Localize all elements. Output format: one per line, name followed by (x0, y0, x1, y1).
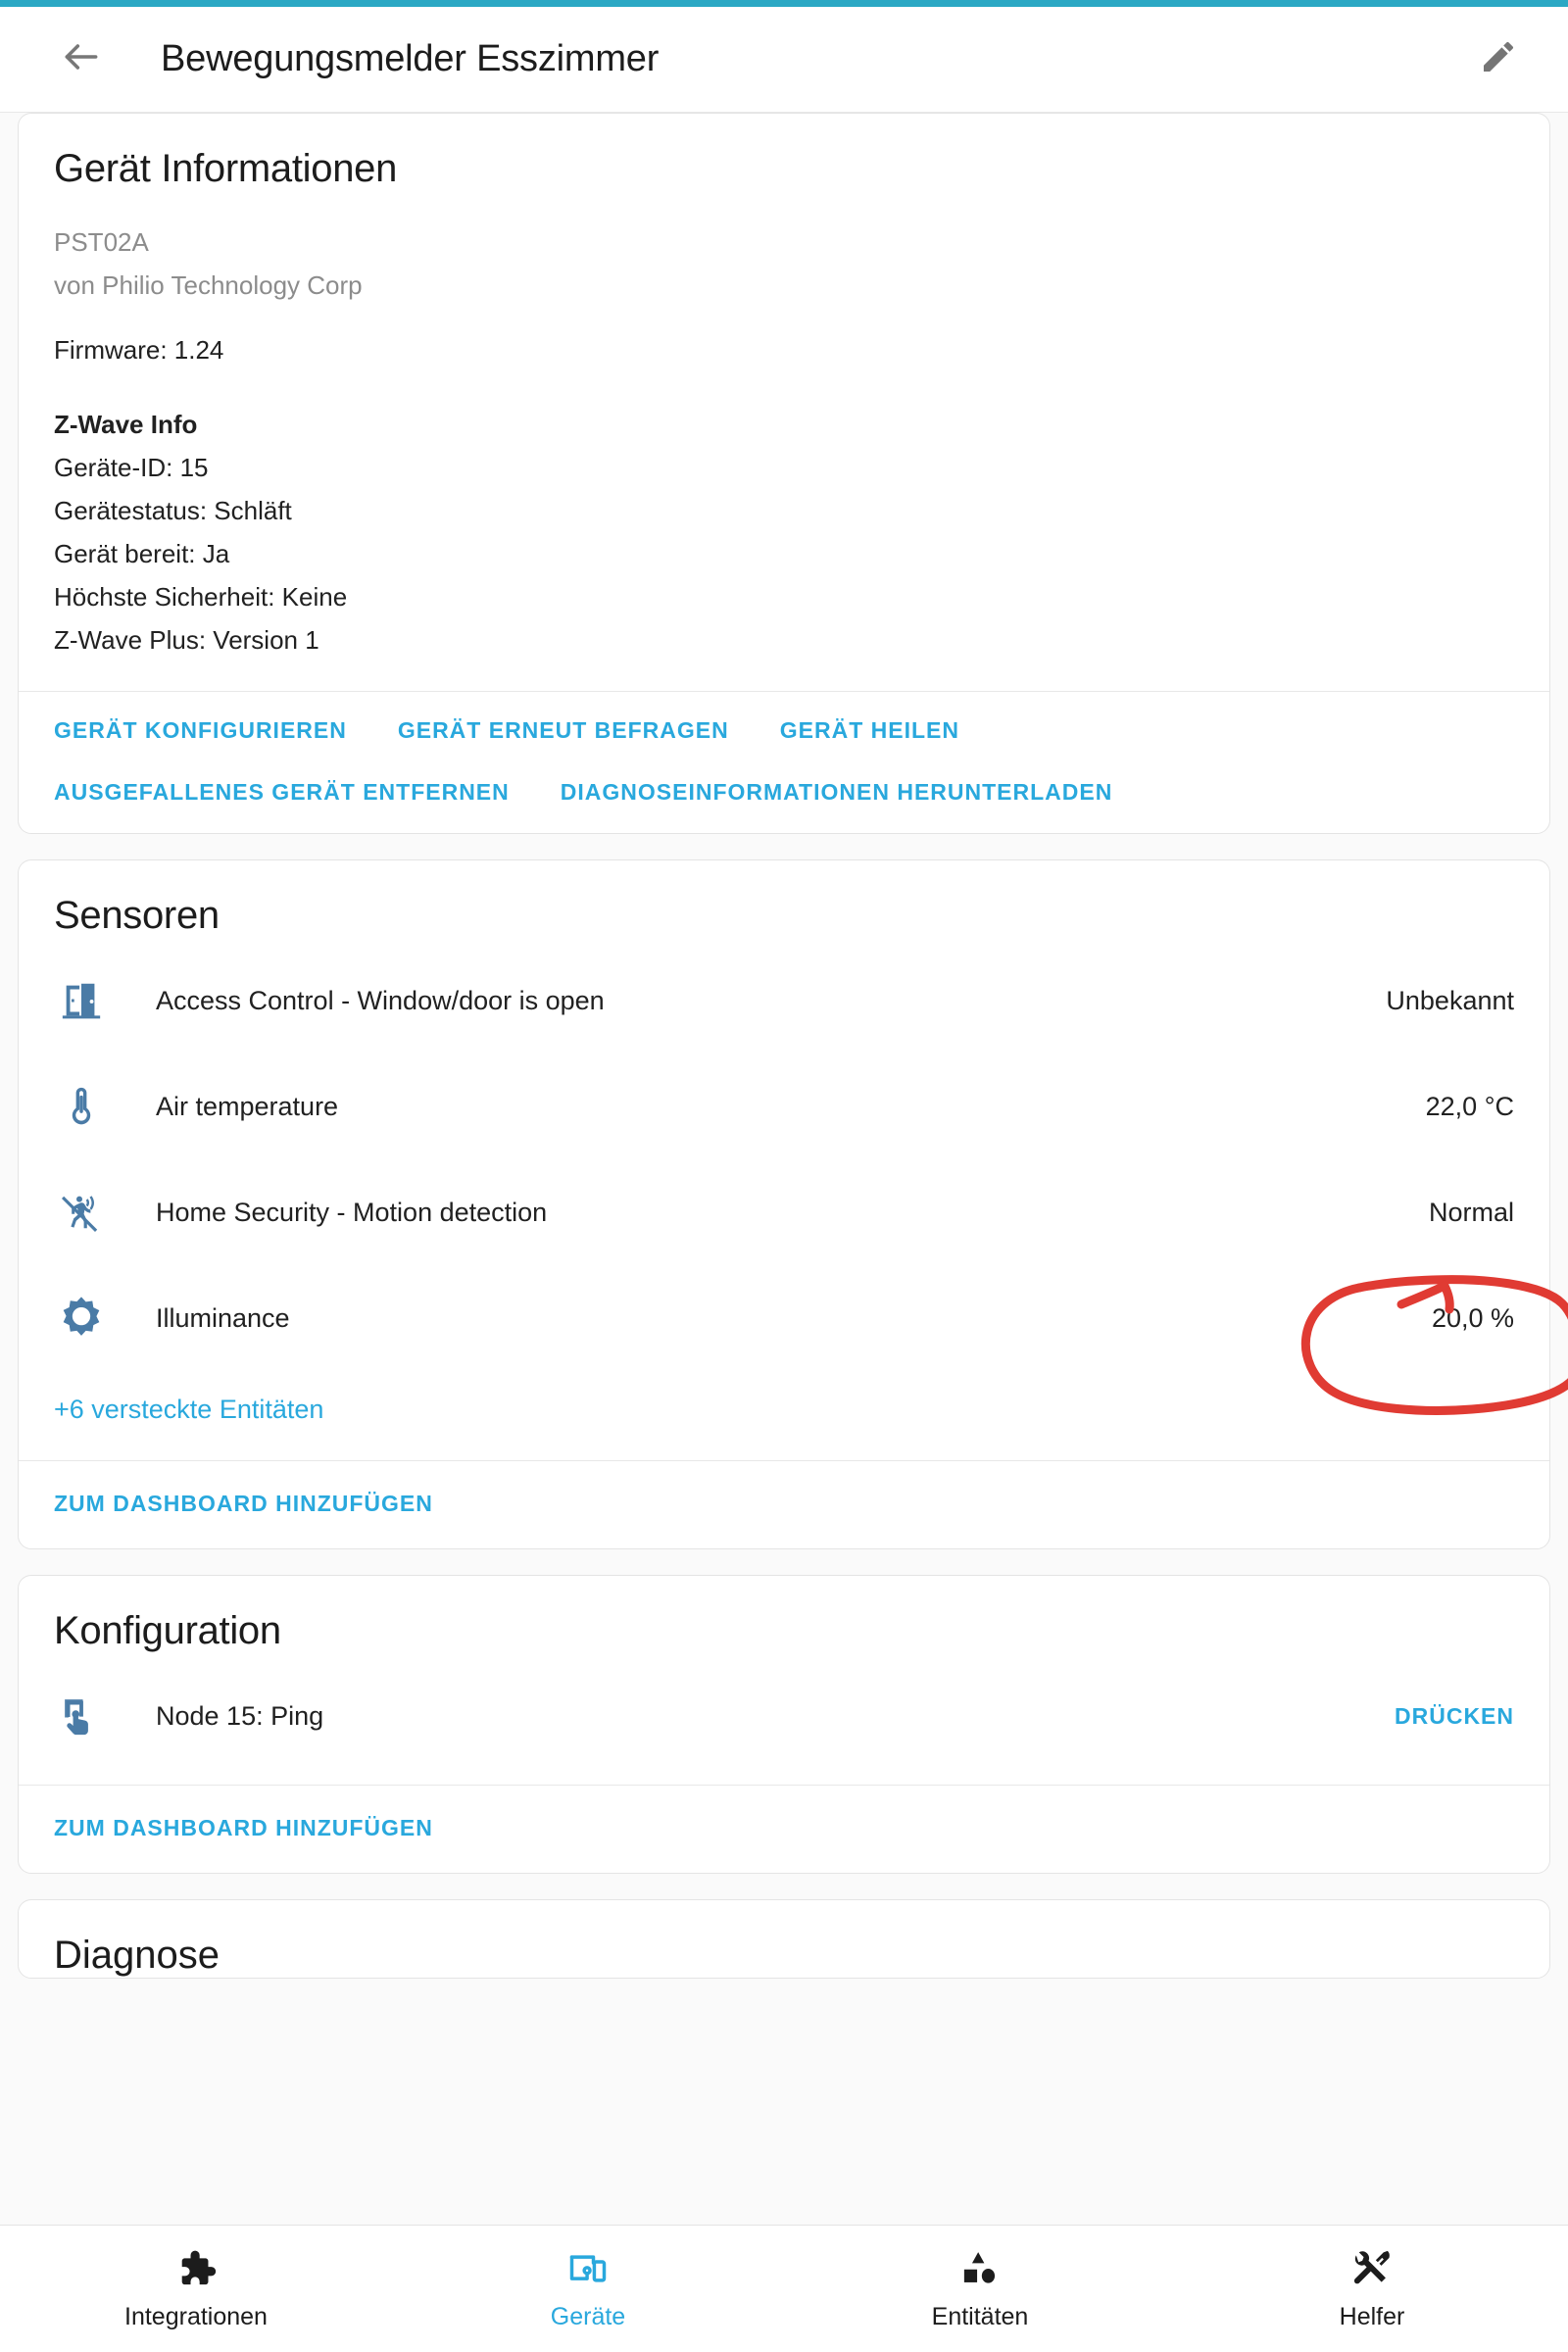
page-title: Bewegungsmelder Esszimmer (161, 38, 659, 80)
sensor-value: 20,0 % (1408, 1303, 1514, 1334)
heal-device-button[interactable]: GERÄT HEILEN (780, 717, 959, 744)
brightness-icon (54, 1291, 109, 1346)
table-row[interactable]: Node 15: Ping DRÜCKEN (54, 1663, 1514, 1769)
nav-label-devices: Geräte (551, 2303, 625, 2331)
device-info-title: Gerät Informationen (54, 147, 1514, 191)
nav-label-helpers: Helfer (1340, 2303, 1405, 2331)
sensor-label: Home Security - Motion detection (156, 1198, 1405, 1228)
device-firmware: Firmware: 1.24 (54, 328, 1514, 371)
table-row[interactable]: Air temperature 22,0 °C (54, 1054, 1514, 1159)
configuration-rows: Node 15: Ping DRÜCKEN (19, 1663, 1549, 1785)
nav-item-helpers[interactable]: Helfer (1176, 2246, 1568, 2331)
thermometer-icon (54, 1079, 109, 1134)
sensors-body: Sensoren (19, 860, 1549, 938)
add-to-dashboard-button-configuration[interactable]: ZUM DASHBOARD HINZUFÜGEN (54, 1815, 1514, 1841)
device-actions: GERÄT KONFIGURIEREN GERÄT ERNEUT BEFRAGE… (19, 691, 1549, 833)
device-info-card: Gerät Informationen PST02A von Philio Te… (18, 113, 1550, 834)
sensors-title: Sensoren (54, 894, 1514, 938)
sensor-label: Air temperature (156, 1092, 1402, 1122)
device-actions-row-2: AUSGEFALLENES GERÄT ENTFERNEN DIAGNOSEIN… (54, 779, 1514, 806)
re-interview-device-button[interactable]: GERÄT ERNEUT BEFRAGEN (398, 717, 729, 744)
app-header: Bewegungsmelder Esszimmer (0, 7, 1568, 113)
nav-item-devices[interactable]: Geräte (392, 2246, 784, 2331)
zwave-device-ready: Gerät bereit: Ja (54, 532, 1514, 575)
configure-device-button[interactable]: GERÄT KONFIGURIEREN (54, 717, 347, 744)
table-row[interactable]: Access Control - Window/door is open Unb… (54, 948, 1514, 1054)
configuration-card: Konfiguration Node 15: Ping DRÜCKEN ZUM … (18, 1575, 1550, 1874)
device-model: PST02A (54, 220, 1514, 264)
pencil-icon (1479, 37, 1518, 81)
device-manufacturer: von Philio Technology Corp (54, 264, 1514, 307)
sensor-value: Unbekannt (1362, 986, 1514, 1016)
sensors-rows: Access Control - Window/door is open Unb… (19, 948, 1549, 1460)
nav-item-integrations[interactable]: Integrationen (0, 2246, 392, 2331)
sensor-value: Normal (1405, 1198, 1514, 1228)
motion-sensor-off-icon (54, 1185, 109, 1240)
edit-button[interactable] (1470, 31, 1527, 88)
arrow-left-icon (60, 35, 103, 83)
config-label: Node 15: Ping (156, 1701, 1371, 1732)
remove-failed-device-button[interactable]: AUSGEFALLENES GERÄT ENTFERNEN (54, 779, 510, 806)
shapes-icon (957, 2246, 1003, 2291)
download-diagnostics-button[interactable]: DIAGNOSEINFORMATIONEN HERUNTERLADEN (561, 779, 1113, 806)
bottom-navigation: Integrationen Geräte Entitäten (0, 2225, 1568, 2352)
sensors-footer: ZUM DASHBOARD HINZUFÜGEN (19, 1460, 1549, 1548)
spacer (54, 307, 1514, 328)
zwave-plus-version: Z-Wave Plus: Version 1 (54, 618, 1514, 662)
sensors-card: Sensoren Access Control - Window/door is… (18, 859, 1550, 1549)
zwave-highest-security: Höchste Sicherheit: Keine (54, 575, 1514, 618)
zwave-device-id: Geräte-ID: 15 (54, 446, 1514, 489)
back-button[interactable] (53, 31, 110, 88)
page-content: Gerät Informationen PST02A von Philio Te… (0, 113, 1568, 2225)
puzzle-icon (173, 2246, 219, 2291)
add-to-dashboard-button-sensors[interactable]: ZUM DASHBOARD HINZUFÜGEN (54, 1491, 1514, 1517)
table-row[interactable]: Illuminance 20,0 % (54, 1265, 1514, 1371)
device-info-body: Gerät Informationen PST02A von Philio Te… (19, 114, 1549, 691)
top-accent-bar (0, 0, 1568, 7)
zwave-device-status: Gerätestatus: Schläft (54, 489, 1514, 532)
door-open-icon (54, 973, 109, 1028)
configuration-title: Konfiguration (54, 1609, 1514, 1653)
gesture-tap-icon (54, 1689, 109, 1743)
sensor-value: 22,0 °C (1402, 1092, 1514, 1122)
spacer (54, 371, 1514, 403)
nav-label-entities: Entitäten (932, 2303, 1029, 2331)
diagnostics-card: Diagnose (18, 1899, 1550, 1979)
nav-label-integrations: Integrationen (124, 2303, 268, 2331)
device-actions-row-1: GERÄT KONFIGURIEREN GERÄT ERNEUT BEFRAGE… (54, 717, 1514, 744)
sensor-label: Access Control - Window/door is open (156, 986, 1362, 1016)
table-row[interactable]: Home Security - Motion detection Normal (54, 1159, 1514, 1265)
nav-item-entities[interactable]: Entitäten (784, 2246, 1176, 2331)
devices-icon (565, 2246, 611, 2291)
sensor-label: Illuminance (156, 1303, 1408, 1334)
configuration-footer: ZUM DASHBOARD HINZUFÜGEN (19, 1785, 1549, 1873)
zwave-info-heading: Z-Wave Info (54, 403, 1514, 446)
diagnostics-title: Diagnose (19, 1900, 1549, 1978)
configuration-body: Konfiguration (19, 1576, 1549, 1653)
tools-icon (1349, 2246, 1395, 2291)
hidden-entities-link[interactable]: +6 versteckte Entitäten (54, 1371, 1514, 1460)
ping-button[interactable]: DRÜCKEN (1371, 1703, 1514, 1730)
